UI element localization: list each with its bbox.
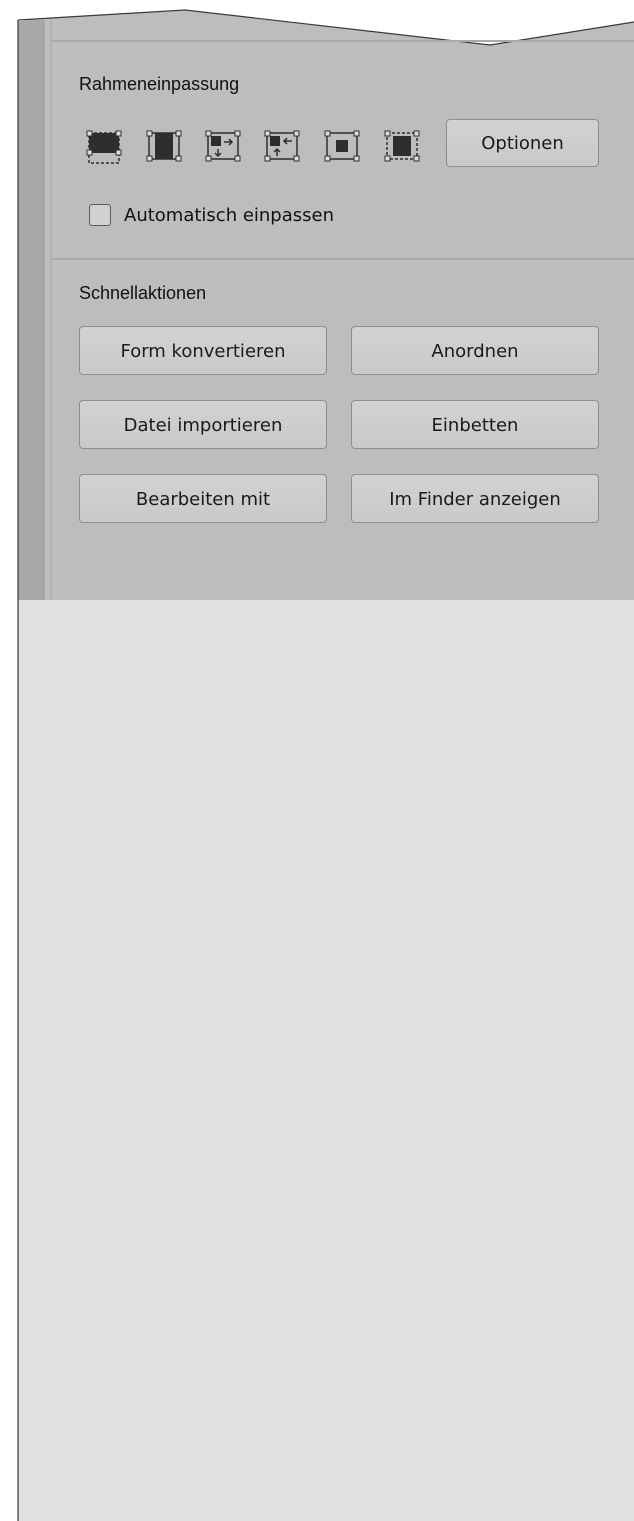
fit-content-to-frame-icon[interactable] <box>264 128 300 164</box>
edit-with-button[interactable]: Bearbeiten mit <box>79 474 327 523</box>
empty-area <box>18 600 634 1521</box>
fit-content-proportionally-icon[interactable] <box>146 128 182 164</box>
auto-fit-checkbox[interactable] <box>89 204 111 226</box>
show-in-finder-button[interactable]: Im Finder anzeigen <box>351 474 599 523</box>
quick-actions-title: Schnellaktionen <box>79 283 207 303</box>
embed-button[interactable]: Einbetten <box>351 400 599 449</box>
arrange-button[interactable]: Anordnen <box>351 326 599 375</box>
content-aware-fit-icon[interactable] <box>384 128 420 164</box>
convert-shape-button[interactable]: Form konvertieren <box>79 326 327 375</box>
fill-frame-proportionally-icon[interactable] <box>86 128 122 164</box>
left-panel-strip <box>18 20 44 600</box>
center-content-icon[interactable] <box>324 128 360 164</box>
auto-fit-label[interactable]: Automatisch einpassen <box>124 205 334 226</box>
screenshot-stage: Rahmeneinpassung Optionen Automatisch ei… <box>0 0 634 1521</box>
fit-frame-to-content-icon[interactable] <box>205 128 241 164</box>
panel-background <box>17 9 634 1521</box>
frame-fitting-title: Rahmeneinpassung <box>79 74 240 94</box>
options-button[interactable]: Optionen <box>446 119 599 167</box>
import-file-button[interactable]: Datei importieren <box>79 400 327 449</box>
